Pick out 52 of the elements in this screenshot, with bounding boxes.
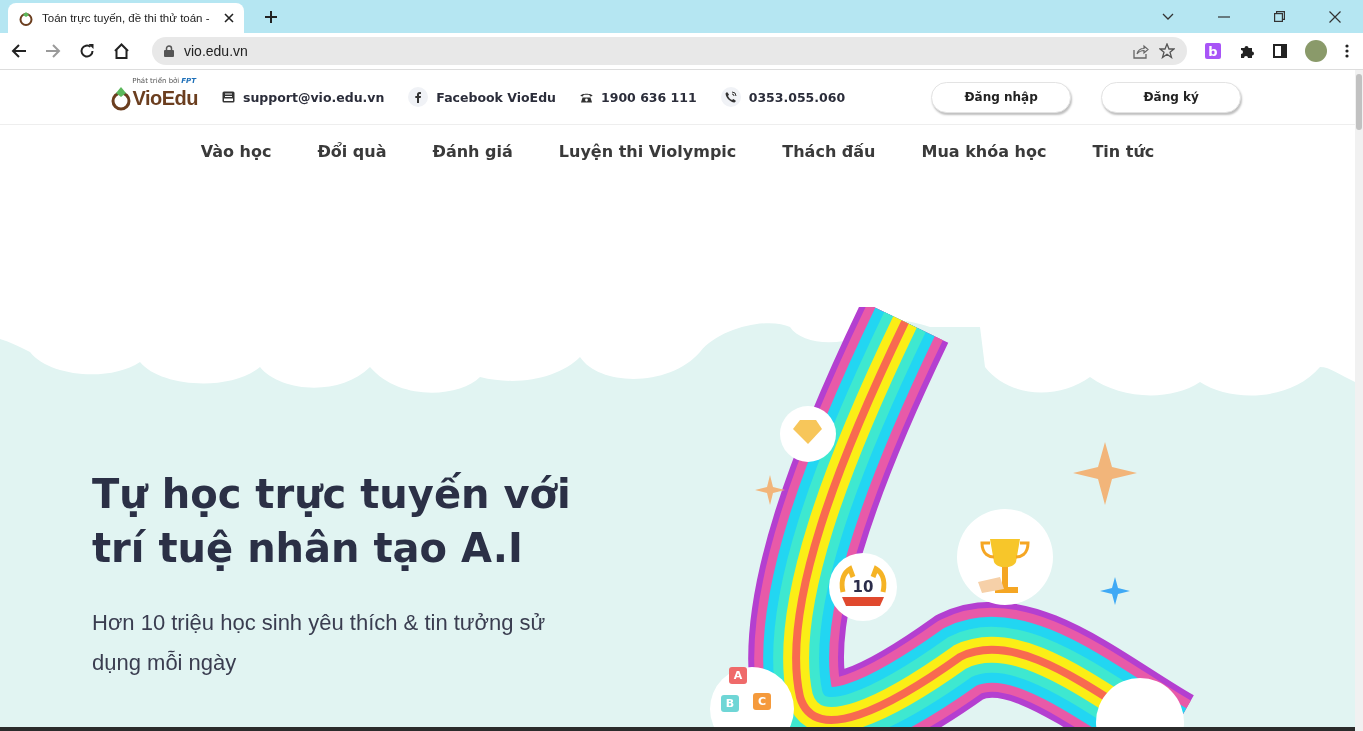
hero-subtitle: Hơn 10 triệu học sinh yêu thích & tin tưởng sử dụng mỗi ngày — [92, 609, 547, 677]
block-letter: B — [725, 697, 735, 710]
close-icon[interactable] — [1329, 10, 1341, 23]
tab-title: Toán trực tuyến, đề thi thử toán - — [42, 12, 211, 24]
auth-button[interactable]: Đăng ký — [1101, 81, 1242, 113]
lock-icon — [164, 45, 174, 57]
back-arrow-icon[interactable] — [11, 43, 27, 59]
url-text: vio.edu.vn — [184, 43, 248, 59]
facebook-icon — [408, 87, 429, 107]
contact-text[interactable]: 0353.055.060 — [748, 89, 846, 105]
menu-link[interactable]: Đổi quà — [317, 141, 387, 161]
restore-icon[interactable] — [1274, 11, 1285, 22]
star-icon[interactable] — [1159, 43, 1175, 59]
menu-link[interactable]: Vào học — [200, 141, 272, 161]
logo-wordmark[interactable]: VioEdu — [132, 86, 198, 110]
inbox-icon — [222, 91, 235, 103]
sparkle-icon — [755, 475, 785, 505]
home-icon[interactable] — [113, 43, 130, 59]
minimize-icon[interactable] — [1218, 15, 1230, 18]
contact-text[interactable]: Facebook VioEdu — [436, 89, 556, 105]
menu-link[interactable]: Đánh giá — [432, 141, 513, 161]
phone-call-icon — [720, 87, 741, 107]
hero-heading: Tự học trực tuyến với trí tuệ nhân tạo A.I — [92, 470, 572, 573]
sprout-logo-icon — [111, 85, 132, 111]
menu-link[interactable]: Mua khóa học — [921, 141, 1047, 161]
puzzle-icon[interactable] — [1239, 43, 1255, 59]
scrollbar[interactable] — [1355, 70, 1363, 731]
sparkle-icon — [1100, 577, 1130, 605]
close-icon[interactable] — [224, 13, 234, 23]
contact-text[interactable]: 1900 636 111 — [601, 89, 697, 105]
menu-icon[interactable] — [1345, 44, 1349, 58]
share-icon[interactable] — [1133, 43, 1149, 59]
diamond-badge — [780, 406, 836, 462]
address-bar[interactable]: vio.edu.vn — [152, 37, 1187, 65]
contact-text[interactable]: support@vio.edu.vn — [243, 89, 385, 105]
chevron-down-icon[interactable] — [1162, 12, 1174, 21]
telephone-icon — [580, 91, 593, 103]
sprout-icon — [18, 10, 34, 26]
extension-button[interactable]: b — [1205, 43, 1221, 59]
block-letter: C — [757, 695, 767, 708]
side-panel-icon[interactable] — [1273, 44, 1287, 58]
menu-link[interactable]: Thách đấu — [782, 141, 876, 161]
auth-button[interactable]: Đăng nhập — [931, 81, 1072, 113]
menu-link[interactable]: Tin tức — [1092, 141, 1155, 161]
reload-icon[interactable] — [79, 43, 95, 59]
medal-number: 10 — [852, 578, 874, 596]
sparkle-icon — [1073, 442, 1137, 505]
new-tab-icon[interactable] — [264, 9, 278, 24]
profile-avatar[interactable] — [1305, 40, 1327, 62]
menu-link[interactable]: Luyện thi Violympic — [558, 141, 737, 161]
block-letter: A — [733, 669, 743, 682]
browser-tab[interactable]: Toán trực tuyến, đề thi thử toán - — [8, 3, 244, 33]
